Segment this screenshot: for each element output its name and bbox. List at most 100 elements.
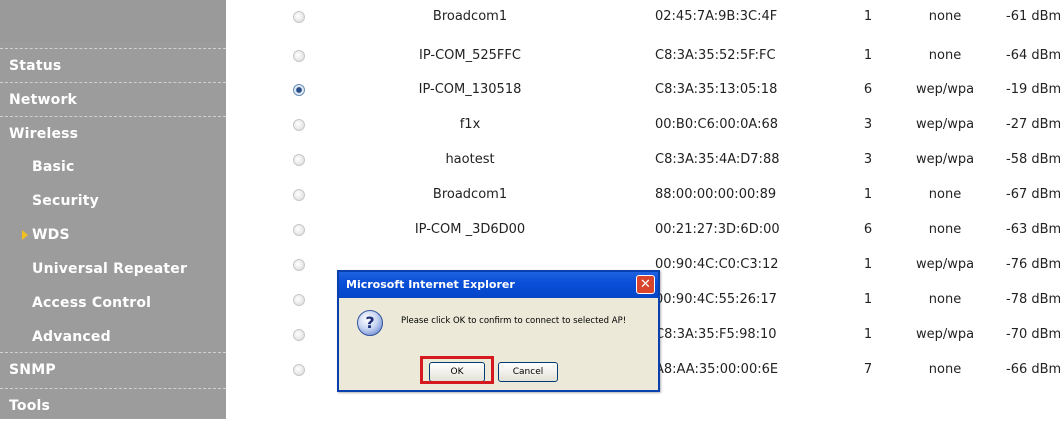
security-cell: wep/wpa [915,117,975,132]
sidebar-item-access-control[interactable]: Access Control [0,286,226,320]
sidebar-item-security[interactable]: Security [0,184,226,218]
channel-cell: 1 [863,48,873,63]
security-cell: none [928,222,962,237]
mac-cell: C8:3A:35:4A:D7:88 [655,152,780,167]
dialog-message: Please click OK to confirm to connect to… [401,316,627,326]
dialog-title: Microsoft Internet Explorer [346,278,515,291]
sidebar-item-tools[interactable]: Tools [0,388,226,422]
ap-select-radio[interactable] [293,189,305,201]
signal-cell: -66 dBm [1006,362,1060,377]
signal-cell: -63 dBm [1006,222,1060,237]
channel-cell: 6 [863,222,873,237]
mac-cell: 00:B0:C6:00:0A:68 [655,117,778,132]
security-cell: none [928,9,962,24]
ssid-cell: Broadcom1 [432,9,508,24]
security-cell: wep/wpa [915,152,975,167]
channel-cell: 1 [863,187,873,202]
channel-cell: 1 [863,292,873,307]
confirm-dialog: Microsoft Internet Explorer ✕ ? Please c… [337,270,660,392]
security-cell: wep/wpa [915,82,975,97]
ap-select-radio[interactable] [293,259,305,271]
cancel-button[interactable]: Cancel [498,362,558,382]
ssid-cell: Broadcom1 [432,187,508,202]
channel-cell: 6 [863,82,873,97]
signal-cell: -70 dBm [1006,327,1060,342]
ssid-cell: IP-COM_130518 [418,82,522,97]
mac-cell: 00:90:4C:C0:C3:12 [655,257,779,272]
mac-cell: C8:3A:35:13:05:18 [655,82,778,97]
channel-cell: 1 [863,257,873,272]
sidebar-nav: Status Network Wireless Basic Security W… [0,0,226,419]
sidebar-item-universal-repeater[interactable]: Universal Repeater [0,252,226,286]
ssid-cell: f1x [459,117,481,132]
dialog-titlebar[interactable]: Microsoft Internet Explorer [339,272,658,298]
table-row: f1x 00:B0:C6:00:0A:68 3 wep/wpa -27 dBm [230,108,1060,142]
signal-cell: -19 dBm [1006,82,1060,97]
sidebar-item-label: WDS [32,227,70,243]
sidebar-item-label: Tools [9,398,51,414]
table-row: Broadcom1 02:45:7A:9B:3C:4F 1 none -61 d… [230,0,1060,34]
table-row: Broadcom1 88:00:00:00:00:89 1 none -67 d… [230,178,1060,212]
question-icon: ? [357,310,383,336]
table-row: IP-COM _3D6D00 00:21:27:3D:6D:00 6 none … [230,213,1060,247]
sidebar-item-label: Status [9,58,62,74]
table-row: IP-COM_525FFC C8:3A:35:52:5F:FC 1 none -… [230,39,1060,73]
sidebar-item-advanced[interactable]: Advanced [0,320,226,354]
ap-select-radio[interactable] [293,50,305,62]
channel-cell: 1 [863,9,873,24]
table-row: IP-COM_130518 C8:3A:35:13:05:18 6 wep/wp… [230,73,1060,107]
security-cell: wep/wpa [915,327,975,342]
signal-cell: -61 dBm [1006,9,1060,24]
mac-cell: 00:21:27:3D:6D:00 [655,222,780,237]
mac-cell: 00:90:4C:55:26:17 [655,292,777,307]
sidebar-item-status[interactable]: Status [0,48,226,82]
mac-cell: C8:3A:35:52:5F:FC [655,48,776,63]
ap-select-radio[interactable] [293,154,305,166]
mac-cell: 02:45:7A:9B:3C:4F [655,9,778,24]
ap-select-radio[interactable] [293,329,305,341]
ssid-cell: haotest [445,152,495,167]
ap-select-radio[interactable] [293,294,305,306]
mac-cell: A8:AA:35:00:00:6E [655,362,779,377]
security-cell: none [928,48,962,63]
sidebar-item-basic[interactable]: Basic [0,150,226,184]
signal-cell: -76 dBm [1006,257,1060,272]
sidebar-item-wds[interactable]: WDS [0,218,226,252]
sidebar-item-snmp[interactable]: SNMP [0,352,226,386]
sidebar-item-label: Universal Repeater [32,261,188,277]
signal-cell: -64 dBm [1006,48,1060,63]
table-row: haotest C8:3A:35:4A:D7:88 3 wep/wpa -58 … [230,143,1060,177]
ssid-cell: IP-COM _3D6D00 [414,222,526,237]
sidebar-item-label: Basic [32,159,75,175]
ap-select-radio[interactable] [293,119,305,131]
security-cell: none [928,187,962,202]
close-icon[interactable]: ✕ [636,275,655,294]
sidebar-item-label: Wireless [9,126,79,142]
mac-cell: C8:3A:35:F5:98:10 [655,327,777,342]
sidebar-item-label: Access Control [32,295,152,311]
active-arrow-icon [22,230,28,240]
ap-select-radio[interactable] [293,11,305,23]
security-cell: none [928,292,962,307]
sidebar-item-label: Advanced [32,329,111,345]
mac-cell: 88:00:00:00:00:89 [655,187,777,202]
sidebar-item-wireless[interactable]: Wireless [0,116,226,150]
sidebar-top-spacer [0,0,226,42]
sidebar-item-network[interactable]: Network [0,82,226,116]
ok-button-highlight [420,356,494,384]
channel-cell: 3 [863,152,873,167]
security-cell: wep/wpa [915,257,975,272]
sidebar-item-label: Network [9,92,78,108]
sidebar-item-label: Security [32,193,99,209]
ssid-cell: IP-COM_525FFC [419,48,521,63]
signal-cell: -58 dBm [1006,152,1060,167]
channel-cell: 1 [863,327,873,342]
signal-cell: -78 dBm [1006,292,1060,307]
sidebar-item-label: SNMP [9,362,56,378]
channel-cell: 7 [863,362,873,377]
ap-select-radio[interactable] [293,224,305,236]
signal-cell: -27 dBm [1006,117,1060,132]
security-cell: none [928,362,962,377]
ap-select-radio[interactable] [293,364,305,376]
ap-select-radio[interactable] [293,84,305,96]
